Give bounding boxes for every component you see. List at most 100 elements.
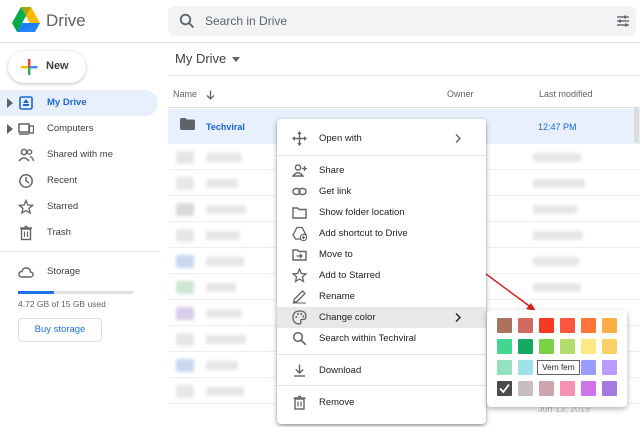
- menu-item-label: Rename: [319, 291, 355, 302]
- color-swatch[interactable]: [602, 339, 617, 354]
- menu-item-label: Move to: [319, 249, 353, 260]
- cloud-icon: [18, 267, 34, 278]
- star-icon: [18, 199, 34, 215]
- menu-item-remove[interactable]: Remove: [277, 392, 486, 413]
- color-swatch[interactable]: [497, 381, 512, 396]
- sidebar-item-trash[interactable]: Trash: [0, 220, 158, 246]
- sidebar-item-label: Trash: [47, 227, 71, 238]
- column-header-owner[interactable]: Owner: [447, 89, 474, 99]
- menu-divider: [277, 354, 486, 355]
- breadcrumb-current[interactable]: My Drive: [175, 51, 226, 66]
- clock-icon: [19, 174, 33, 188]
- expand-caret-icon[interactable]: [7, 98, 13, 108]
- buy-storage-button[interactable]: Buy storage: [18, 318, 102, 342]
- sort-arrow-down-icon[interactable]: [206, 90, 215, 100]
- color-tooltip: Vern fern: [537, 360, 580, 375]
- top-bar: Drive Search in Drive: [0, 0, 640, 43]
- palette-icon: [292, 310, 307, 325]
- menu-item-add-to-starred[interactable]: Add to Starred: [277, 265, 486, 286]
- sidebar-item-label: My Drive: [47, 97, 87, 108]
- trash-icon: [293, 395, 306, 410]
- link-icon: [292, 187, 307, 196]
- menu-item-share[interactable]: Share: [277, 160, 486, 181]
- sidebar-item-starred[interactable]: Starred: [0, 194, 158, 220]
- color-swatch[interactable]: [581, 339, 596, 354]
- color-swatch[interactable]: [518, 339, 533, 354]
- column-header-last-modified[interactable]: Last modified: [539, 89, 593, 99]
- menu-item-change-color[interactable]: Change color: [277, 307, 486, 328]
- color-swatch[interactable]: [539, 318, 554, 333]
- color-palette: [487, 310, 627, 407]
- menu-item-open-with[interactable]: Open with: [277, 128, 486, 149]
- my-drive-icon: [19, 96, 33, 110]
- menu-item-search-within[interactable]: Search within Techviral: [277, 328, 486, 349]
- person-add-icon: [292, 164, 307, 177]
- menu-item-label: Add to Starred: [319, 270, 381, 281]
- color-swatch[interactable]: [581, 360, 596, 375]
- color-swatch[interactable]: [497, 318, 512, 333]
- download-icon: [294, 364, 305, 377]
- plus-icon: [21, 59, 38, 75]
- color-swatch[interactable]: [497, 339, 512, 354]
- color-swatch[interactable]: [602, 318, 617, 333]
- check-icon: [499, 383, 510, 394]
- chevron-down-icon[interactable]: [232, 57, 241, 63]
- search-box[interactable]: Search in Drive: [168, 6, 636, 36]
- menu-item-download[interactable]: Download: [277, 360, 486, 381]
- file-name[interactable]: Techviral: [206, 122, 245, 132]
- menu-item-label: Remove: [319, 397, 355, 408]
- column-header-divider: [168, 107, 640, 108]
- menu-divider: [277, 155, 486, 156]
- color-swatch[interactable]: [539, 339, 554, 354]
- menu-item-label: Change color: [319, 312, 376, 323]
- menu-item-get-link[interactable]: Get link: [277, 181, 486, 202]
- menu-item-move-to[interactable]: Move to: [277, 244, 486, 265]
- menu-item-rename[interactable]: Rename: [277, 286, 486, 307]
- color-swatch[interactable]: [602, 360, 617, 375]
- menu-item-label: Open with: [319, 133, 362, 144]
- pencil-icon: [292, 290, 306, 304]
- color-swatch[interactable]: [560, 318, 575, 333]
- sidebar-item-computers[interactable]: Computers: [0, 116, 158, 142]
- sidebar-item-shared-with-me[interactable]: Shared with me: [0, 142, 158, 168]
- sidebar-item-label: Shared with me: [47, 149, 114, 160]
- sidebar-item-storage[interactable]: Storage: [0, 259, 158, 285]
- color-swatch[interactable]: [560, 381, 575, 396]
- color-swatch[interactable]: [539, 381, 554, 396]
- folder-icon: [180, 118, 195, 130]
- chevron-right-icon: [455, 313, 461, 322]
- color-swatch[interactable]: [602, 381, 617, 396]
- sidebar-item-my-drive[interactable]: My Drive: [0, 90, 158, 116]
- star-outline-icon: [292, 268, 307, 283]
- menu-item-add-shortcut[interactable]: Add shortcut to Drive: [277, 223, 486, 244]
- color-swatch[interactable]: [518, 381, 533, 396]
- scrollbar[interactable]: [633, 107, 640, 407]
- color-swatch[interactable]: [581, 381, 596, 396]
- sidebar-item-label: Storage: [47, 266, 81, 277]
- search-placeholder[interactable]: Search in Drive: [205, 14, 287, 28]
- sidebar-item-label: Starred: [47, 201, 79, 212]
- move-arrows-icon: [292, 131, 307, 146]
- sidebar-item-label: Computers: [47, 123, 94, 134]
- menu-item-label: Get link: [319, 186, 352, 197]
- new-button[interactable]: New: [8, 51, 86, 83]
- menu-item-label: Add shortcut to Drive: [319, 228, 408, 239]
- expand-caret-icon[interactable]: [7, 124, 13, 134]
- color-swatch[interactable]: [560, 339, 575, 354]
- color-swatch[interactable]: [497, 360, 512, 375]
- menu-item-show-folder-location[interactable]: Show folder location: [277, 202, 486, 223]
- file-modified: 12:47 PM: [538, 122, 577, 132]
- storage-usage-text: 4.72 GB of 15 GB used: [18, 299, 106, 309]
- drive-logo-icon[interactable]: [12, 7, 40, 33]
- color-swatch[interactable]: [518, 360, 533, 375]
- sidebar-item-recent[interactable]: Recent: [0, 168, 158, 194]
- color-swatch[interactable]: [518, 318, 533, 333]
- column-header-name[interactable]: Name: [173, 89, 215, 100]
- search-icon[interactable]: [179, 13, 195, 29]
- color-swatch[interactable]: [581, 318, 596, 333]
- column-name-label[interactable]: Name: [173, 89, 197, 99]
- breadcrumb[interactable]: My Drive: [175, 51, 241, 66]
- search-options-icon[interactable]: [616, 14, 630, 28]
- trash-icon: [20, 225, 32, 241]
- computers-icon: [18, 123, 34, 135]
